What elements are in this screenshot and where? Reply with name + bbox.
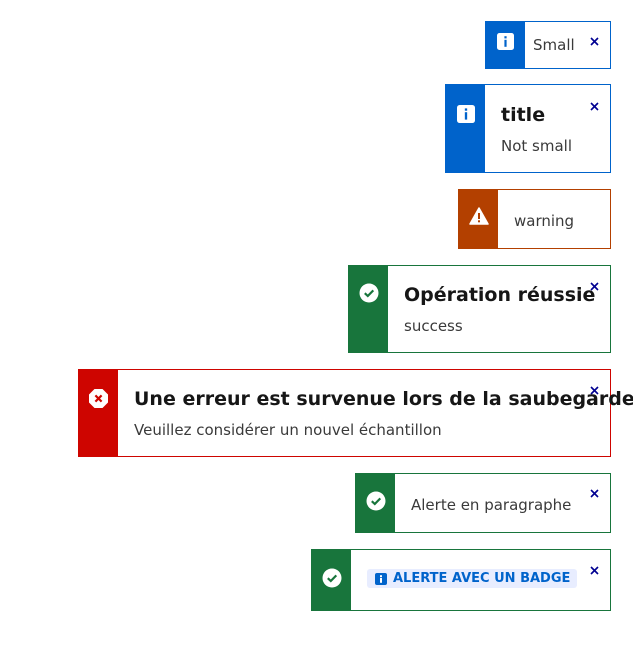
alert-success-title: Opération réussie success xyxy=(348,265,611,353)
close-button[interactable] xyxy=(587,34,601,48)
alert-side-bar xyxy=(349,266,388,352)
alert-title: Une erreur est survenue lors de la saube… xyxy=(134,388,633,410)
close-button[interactable] xyxy=(587,563,601,577)
alert-body: Une erreur est survenue lors de la saube… xyxy=(118,370,633,456)
alert-info-small: Small xyxy=(485,21,611,69)
close-icon xyxy=(589,281,599,291)
alert-description: Alerte en paragraphe xyxy=(411,496,572,514)
close-button[interactable] xyxy=(587,486,601,500)
close-icon xyxy=(589,36,599,46)
close-icon xyxy=(589,565,599,575)
alert-body: title Not small xyxy=(485,85,610,172)
alert-success-badge: ALERTE AVEC UN BADGE xyxy=(311,549,611,611)
alert-description: success xyxy=(404,317,463,335)
alert-body: Small xyxy=(525,22,610,68)
check-circle-icon xyxy=(359,283,378,303)
error-icon xyxy=(89,389,108,408)
close-icon xyxy=(589,488,599,498)
alert-body: Alerte en paragraphe xyxy=(395,474,610,532)
badge-label: ALERTE AVEC UN BADGE xyxy=(393,571,571,586)
alert-description: warning xyxy=(514,212,575,230)
alert-description: Small xyxy=(533,36,575,54)
check-circle-icon xyxy=(322,568,341,588)
alert-side-bar xyxy=(446,85,485,172)
alert-body: ALERTE AVEC UN BADGE xyxy=(351,550,610,610)
alert-error-title: Une erreur est survenue lors de la saube… xyxy=(78,369,633,457)
alert-badge: ALERTE AVEC UN BADGE xyxy=(367,569,578,588)
alert-success-paragraph: Alerte en paragraphe xyxy=(355,473,611,533)
close-button[interactable] xyxy=(587,383,601,397)
info-icon xyxy=(497,33,514,50)
alert-title: Opération réussie xyxy=(404,284,596,306)
alert-side-bar xyxy=(312,550,351,610)
alert-description: Veuillez considérer un nouvel échantillo… xyxy=(134,421,442,439)
alert-description: Not small xyxy=(501,137,573,155)
alert-body: warning xyxy=(498,190,610,248)
alert-title: title xyxy=(501,104,546,126)
check-circle-icon xyxy=(366,491,385,511)
info-icon xyxy=(456,105,475,123)
alert-side-bar xyxy=(79,370,118,456)
alert-info-title: title Not small xyxy=(445,84,611,173)
alert-side-bar xyxy=(356,474,395,532)
alert-side-bar xyxy=(486,22,525,68)
info-icon xyxy=(375,572,387,585)
alert-side-bar xyxy=(459,190,498,248)
close-button[interactable] xyxy=(587,99,601,113)
alert-body: Opération réussie success xyxy=(388,266,610,352)
close-button[interactable] xyxy=(587,279,601,293)
close-icon xyxy=(589,385,599,395)
close-icon xyxy=(589,101,599,111)
warning-icon xyxy=(468,207,489,225)
alert-warning: warning xyxy=(458,189,611,249)
